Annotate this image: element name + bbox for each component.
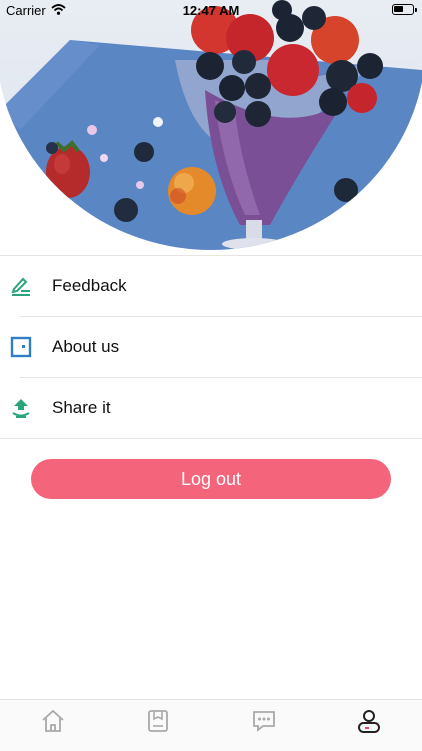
berry-dessert-photo xyxy=(0,0,422,250)
menu-item-label: Feedback xyxy=(52,276,127,295)
tab-message[interactable] xyxy=(251,708,277,734)
tab-home[interactable] xyxy=(40,708,66,734)
header-banner xyxy=(0,0,422,252)
profile-icon xyxy=(356,710,382,738)
settings-menu: Feedback About us Share it xyxy=(0,255,422,439)
tab-bar xyxy=(0,699,422,751)
status-time: 12:47 AM xyxy=(182,3,240,18)
menu-item-about-us[interactable]: About us xyxy=(0,317,422,378)
logout-button[interactable]: Log out xyxy=(31,459,391,499)
tab-profile[interactable] xyxy=(356,708,382,734)
home-icon xyxy=(40,709,66,738)
status-bar: Carrier 12:47 AM xyxy=(0,0,422,22)
share-upload-icon xyxy=(10,397,32,419)
message-icon xyxy=(251,711,277,738)
battery-icon xyxy=(392,4,417,15)
frame-icon xyxy=(10,336,32,358)
menu-item-share-it[interactable]: Share it xyxy=(0,378,422,439)
tab-bookmark[interactable] xyxy=(145,708,171,734)
menu-item-feedback[interactable]: Feedback xyxy=(0,256,422,317)
bookmark-icon xyxy=(145,710,171,738)
menu-item-label: Share it xyxy=(52,398,111,417)
edit-icon xyxy=(10,275,32,297)
divider xyxy=(0,438,422,439)
menu-item-label: About us xyxy=(52,337,120,356)
